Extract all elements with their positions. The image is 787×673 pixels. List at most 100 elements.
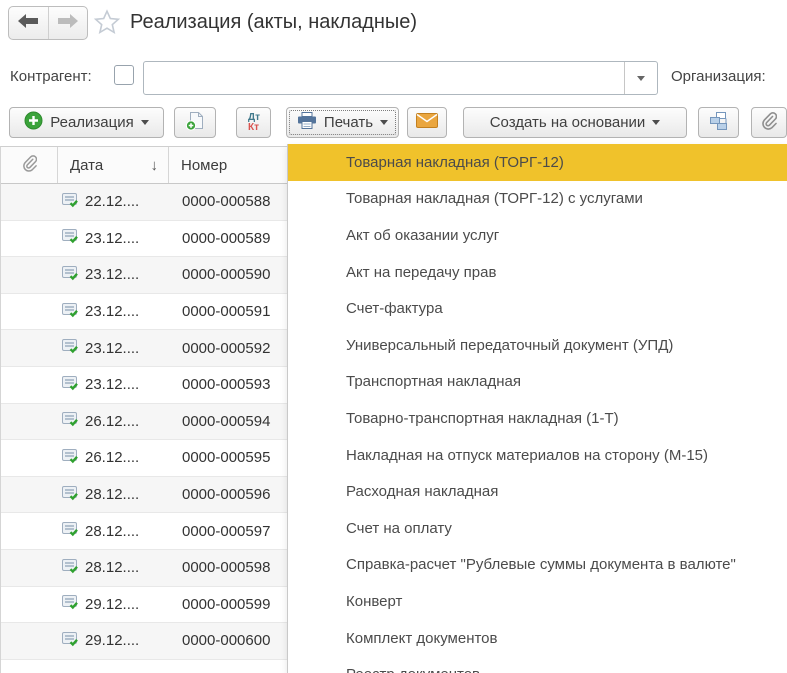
print-button[interactable]: Печать — [286, 107, 399, 138]
print-menu-item[interactable]: Товарно-транспортная накладная (1-Т) — [288, 400, 787, 437]
table-row[interactable]: 28.12.... 0000-000596 — [1, 476, 287, 514]
back-arrow-icon — [18, 13, 39, 33]
counterparty-input[interactable] — [144, 62, 624, 94]
row-icon-cell — [1, 558, 85, 578]
print-menu-item[interactable]: Акт на передачу прав — [288, 254, 787, 291]
row-number: 0000-000594 — [182, 412, 271, 430]
posted-document-icon — [62, 338, 79, 358]
show-postings-button[interactable]: Дт Кт — [236, 107, 271, 138]
table-row[interactable]: 23.12.... 0000-000592 — [1, 330, 287, 367]
date-column-header[interactable]: Дата ↓ — [58, 147, 169, 183]
printer-icon — [297, 112, 317, 133]
forward-button[interactable] — [47, 7, 88, 39]
print-menu-item[interactable]: Транспортная накладная — [288, 364, 787, 401]
row-date: 23.12.... — [85, 376, 140, 394]
print-menu-item[interactable]: Счет-фактура — [288, 290, 787, 327]
posted-document-icon — [62, 375, 79, 395]
create-based-on-button[interactable]: Создать на основании — [463, 107, 687, 138]
envelope-icon — [416, 113, 438, 132]
table-row[interactable]: 23.12.... 0000-000589 — [1, 221, 287, 258]
table-row[interactable]: 26.12.... 0000-000594 — [1, 403, 287, 441]
row-date: 22.12.... — [85, 193, 140, 211]
page-title: Реализация (акты, накладные) — [130, 11, 418, 33]
print-menu-item[interactable]: Товарная накладная (ТОРГ-12) с услугами — [288, 181, 787, 218]
row-date: 29.12.... — [85, 632, 140, 650]
row-number: 0000-000595 — [182, 449, 271, 467]
paperclip-icon — [761, 111, 778, 134]
print-menu: Товарная накладная (ТОРГ-12) Товарная нак… — [287, 144, 787, 673]
counterparty-dropdown-button[interactable] — [624, 62, 657, 94]
row-icon-cell — [1, 594, 85, 614]
row-icon-cell — [1, 192, 85, 212]
print-menu-item[interactable]: Акт об оказании услуг — [288, 217, 787, 254]
table-row[interactable]: 23.12.... 0000-000593 — [1, 367, 287, 404]
counterparty-filter-checkbox[interactable] — [114, 65, 134, 85]
send-email-button[interactable] — [407, 107, 447, 138]
table-row[interactable]: 28.12.... 0000-000598 — [1, 549, 287, 587]
row-date: 23.12.... — [85, 339, 140, 357]
back-button[interactable] — [9, 7, 48, 39]
row-icon-cell — [1, 411, 85, 431]
number-column-header[interactable]: Номер — [169, 147, 287, 183]
table-row[interactable]: 29.12.... 0000-000600 — [1, 623, 287, 660]
chevron-down-icon — [380, 120, 389, 125]
print-menu-item[interactable]: Универсальный передаточный документ (УПД… — [288, 327, 787, 364]
copy-document-button[interactable] — [174, 107, 216, 138]
row-icon-cell — [1, 448, 85, 468]
print-menu-item[interactable]: Расходная накладная — [288, 473, 787, 510]
print-menu-item[interactable]: Комплект документов — [288, 620, 787, 657]
posted-document-icon — [62, 485, 79, 505]
print-menu-item[interactable]: Счет на оплату — [288, 510, 787, 547]
row-date: 28.12.... — [85, 486, 140, 504]
row-number: 0000-000593 — [182, 376, 271, 394]
row-date: 23.12.... — [85, 266, 140, 284]
print-menu-item[interactable]: Накладная на отпуск материалов на сторон… — [288, 437, 787, 474]
number-column-label: Номер — [181, 156, 228, 174]
table-row[interactable]: 22.12.... 0000-000588 — [1, 184, 287, 221]
print-menu-item[interactable]: Справка-расчет "Рублевые суммы документа… — [288, 547, 787, 584]
posted-document-icon — [62, 192, 79, 212]
credit-label: Кт — [247, 121, 259, 133]
posted-document-icon — [62, 631, 79, 651]
table-row[interactable]: 29.12.... 0000-000599 — [1, 587, 287, 624]
sort-descending-icon: ↓ — [150, 156, 159, 174]
chevron-down-icon — [652, 120, 661, 125]
add-circle-icon — [24, 111, 43, 134]
row-date: 28.12.... — [85, 522, 140, 540]
table-body: 22.12.... 0000-000588 23.12.... 0000-000… — [1, 184, 287, 660]
table-row[interactable]: 28.12.... 0000-000597 — [1, 513, 287, 550]
row-number: 0000-000597 — [182, 522, 271, 540]
row-number: 0000-000598 — [182, 559, 271, 577]
table-row[interactable]: 26.12.... 0000-000595 — [1, 440, 287, 477]
print-menu-item[interactable]: Товарная накладная (ТОРГ-12) — [288, 144, 787, 181]
print-menu-item[interactable]: Реестр документов — [288, 656, 787, 673]
favorite-star-icon[interactable] — [93, 9, 121, 41]
posted-document-icon — [62, 265, 79, 285]
attachment-column-header[interactable] — [1, 147, 58, 183]
copy-document-icon — [185, 111, 205, 135]
attachments-button[interactable] — [751, 107, 787, 138]
table-row[interactable]: 23.12.... 0000-000591 — [1, 294, 287, 331]
print-menu-item[interactable]: Конверт — [288, 583, 787, 620]
row-number: 0000-000591 — [182, 303, 271, 321]
create-based-on-label: Создать на основании — [489, 114, 646, 131]
chevron-down-icon — [140, 120, 149, 125]
row-icon-cell — [1, 265, 85, 285]
document-structure-icon — [709, 111, 728, 134]
forward-arrow-icon — [57, 13, 78, 33]
row-number: 0000-000588 — [182, 193, 271, 211]
date-column-label: Дата — [70, 156, 104, 174]
row-icon-cell — [1, 631, 85, 651]
create-realization-button[interactable]: Реализация — [9, 107, 164, 138]
related-documents-button[interactable] — [698, 107, 739, 138]
posted-document-icon — [62, 521, 79, 541]
table-row[interactable]: 23.12.... 0000-000590 — [1, 257, 287, 294]
counterparty-label: Контрагент: — [10, 68, 92, 85]
posted-document-icon — [62, 228, 79, 248]
row-number: 0000-000590 — [182, 266, 271, 284]
row-icon-cell — [1, 338, 85, 358]
row-icon-cell — [1, 375, 85, 395]
realization-documents-window: Реализация (акты, накладные) Контрагент:… — [0, 0, 787, 673]
counterparty-combo — [143, 61, 658, 95]
row-icon-cell — [1, 521, 85, 541]
